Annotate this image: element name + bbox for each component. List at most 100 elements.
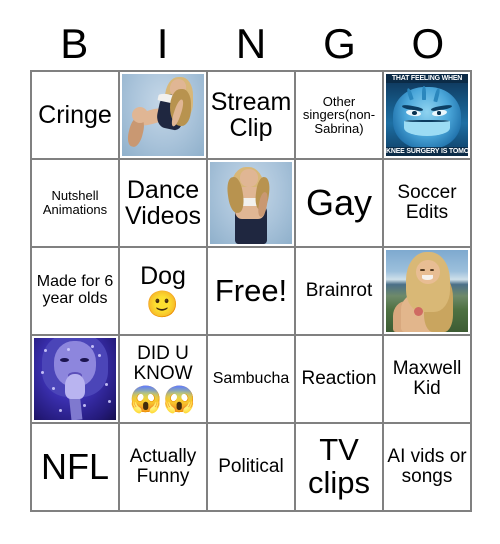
bingo-cell-r2c4[interactable]: Gay <box>296 160 384 248</box>
smile-shape <box>422 275 433 280</box>
bingo-cell-r4c5[interactable]: Maxwell Kid <box>384 336 472 424</box>
bingo-cell-label: Gay <box>297 184 381 222</box>
bingo-cell-label: Soccer Edits <box>385 183 469 223</box>
bingo-cell-label: Made for 6 year olds <box>33 273 117 308</box>
photo-blonde-seated <box>122 74 204 156</box>
eye-shape <box>79 357 89 362</box>
bingo-cell-emoji: 🙂 <box>146 289 180 320</box>
eye-shape <box>420 268 425 272</box>
eye-shape <box>60 357 70 362</box>
bingo-cell-r4c2[interactable]: DID U KNOW 😱😱 <box>120 336 208 424</box>
grinch-tuftL-shape <box>405 88 414 102</box>
bingo-header: BINGO <box>30 18 472 70</box>
sparkle-shape <box>104 383 108 387</box>
bingo-grid: Cringe Stream Clip Other singers(non-Sabri… <box>30 70 472 512</box>
grinch-face-shape <box>392 85 462 150</box>
bingo-header-letter-n: N <box>235 20 267 67</box>
bingo-cell-label: Dog 🙂 <box>121 263 205 319</box>
bingo-cell-label: Reaction <box>297 369 381 389</box>
bingo-card: B I N G O Cringe Stream Clip Other singers(non… <box>0 0 500 544</box>
bingo-cell-text: Other singers(non-Sabrina) <box>302 93 376 136</box>
bingo-cell-label: NFL <box>33 448 117 486</box>
sparkle-shape <box>107 400 111 404</box>
bingo-cell-r2c5[interactable]: Soccer Edits <box>384 160 472 248</box>
bingo-cell-r1c4[interactable]: Other singers(non-Sabrina) <box>296 72 384 160</box>
bingo-cell-emoji: 😱😱 <box>129 384 197 415</box>
grinch-lip-shape <box>404 119 450 122</box>
bingo-cell-label: DID U KNOW 😱😱 <box>121 344 205 413</box>
grinch-pupL-shape <box>411 110 417 115</box>
bingo-cell-text: DID U KNOW <box>133 343 193 385</box>
sparkle-shape <box>40 370 44 374</box>
sparkle-shape <box>66 347 70 351</box>
bingo-cell-r1c2[interactable] <box>120 72 208 160</box>
bingo-cell-r2c1[interactable]: Nutshell Animations <box>32 160 120 248</box>
bingo-header-letter-g: G <box>323 20 356 67</box>
bingo-cell-label: Nutshell Animations <box>33 189 117 216</box>
bingo-cell-r3c4[interactable]: Brainrot <box>296 248 384 336</box>
bingo-cell-text: Maxwell Kid <box>392 358 462 399</box>
face-shape <box>240 169 259 187</box>
bingo-cell-text: TV clips <box>307 432 370 500</box>
bingo-cell-r5c4[interactable]: TV clips <box>296 424 384 512</box>
sparkle-shape <box>83 403 87 407</box>
bingo-cell-text: Nutshell Animations <box>42 188 108 217</box>
bingo-cell-r5c3[interactable]: Political <box>208 424 296 512</box>
bingo-cell-label: Actually Funny <box>121 447 205 487</box>
bingo-cell-r5c1[interactable]: NFL <box>32 424 120 512</box>
bingo-cell-label: Political <box>209 457 293 477</box>
bingo-cell-r3c1[interactable]: Made for 6 year olds <box>32 248 120 336</box>
grinch-pupR-shape <box>436 110 442 115</box>
bingo-cell-r4c3[interactable]: Sambucha <box>208 336 296 424</box>
bingo-cell-text: Cringe <box>38 100 112 129</box>
grinch-tuftR-shape <box>433 87 441 102</box>
bingo-header-letter-b: B <box>60 20 89 67</box>
photo-singer-blue-stage <box>34 338 116 420</box>
sparkle-shape <box>58 408 62 412</box>
microphone-shape <box>65 374 85 399</box>
bingo-cell-r1c3[interactable]: Stream Clip <box>208 72 296 160</box>
bingo-cell-text: Stream Clip <box>210 87 292 142</box>
bingo-cell-text: Made for 6 year olds <box>36 273 114 307</box>
bingo-cell-text: Actually Funny <box>129 446 197 487</box>
bingo-cell-label: TV clips <box>297 434 381 499</box>
meme-bottom-caption: KNEE SURGERY IS TOMORROW <box>386 147 468 156</box>
bingo-cell-text: AI vids or songs <box>387 446 467 487</box>
bingo-cell-r3c3[interactable]: Free! <box>208 248 296 336</box>
photo-grinch-meme: THAT FEELING WHEN KNEE SURGERY IS TOMORRO… <box>386 74 468 156</box>
bingo-cell-text: Soccer Edits <box>397 182 457 223</box>
bingo-cell-text: Free! <box>214 272 288 308</box>
bingo-cell-text: Gay <box>305 182 373 224</box>
bingo-cell-text: Political <box>218 456 284 478</box>
bingo-cell-label: Sambucha <box>209 369 293 388</box>
bingo-cell-r3c5[interactable] <box>384 248 472 336</box>
bingo-cell-r1c5[interactable]: THAT FEELING WHEN KNEE SURGERY IS TOMORRO… <box>384 72 472 160</box>
bingo-cell-label: Stream Clip <box>209 89 293 142</box>
bingo-cell-text: Dog <box>140 262 186 291</box>
bingo-cell-r3c2[interactable]: Dog 🙂 <box>120 248 208 336</box>
bingo-cell-label: Other singers(non-Sabrina) <box>297 93 381 136</box>
bingo-header-letter-o: O <box>411 20 445 67</box>
meme-top-caption: THAT FEELING WHEN <box>386 74 468 83</box>
photo-blonde-outdoors <box>386 250 468 332</box>
bingo-cell-r2c2[interactable]: Dance Videos <box>120 160 208 248</box>
bingo-cell-r4c4[interactable]: Reaction <box>296 336 384 424</box>
bingo-cell-r1c1[interactable]: Cringe <box>32 72 120 160</box>
bingo-cell-label: Free! <box>209 272 293 308</box>
bingo-cell-r5c5[interactable]: AI vids or songs <box>384 424 472 512</box>
bingo-cell-label: Dance Videos <box>121 177 205 230</box>
bingo-cell-r5c2[interactable]: Actually Funny <box>120 424 208 512</box>
bingo-cell-text: Dance Videos <box>125 175 201 230</box>
bingo-cell-text: Brainrot <box>305 280 373 302</box>
bingo-cell-text: Sambucha <box>212 369 290 387</box>
bingo-cell-label: AI vids or songs <box>385 447 469 487</box>
photo-blonde-standing <box>210 162 292 244</box>
bingo-cell-r4c1[interactable] <box>32 336 120 424</box>
bingo-cell-label: Brainrot <box>297 281 381 301</box>
bingo-cell-label: Maxwell Kid <box>385 359 469 399</box>
bingo-cell-r2c3[interactable] <box>208 160 296 248</box>
bingo-cell-label: Cringe <box>33 102 117 128</box>
bingo-cell-text: Reaction <box>301 368 377 390</box>
bingo-header-letter-i: I <box>156 20 169 67</box>
grinch-tuftM-shape <box>422 85 427 100</box>
